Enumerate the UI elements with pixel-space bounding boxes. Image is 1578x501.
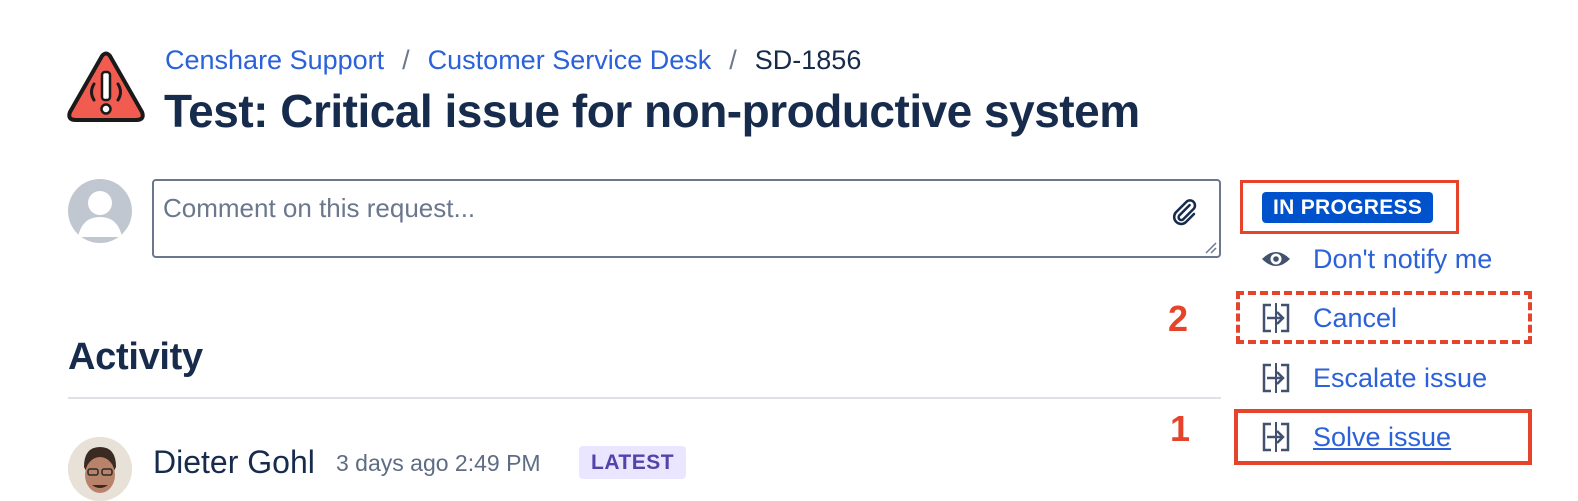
solve-issue-button[interactable]: Solve issue xyxy=(1258,417,1451,457)
breadcrumb-desk-link[interactable]: Customer Service Desk xyxy=(428,45,712,76)
paperclip-icon[interactable] xyxy=(1169,197,1199,227)
breadcrumb-separator: / xyxy=(402,44,410,75)
latest-badge: LATEST xyxy=(579,446,687,479)
author-avatar xyxy=(68,437,132,501)
escalate-issue-button[interactable]: Escalate issue xyxy=(1258,358,1487,398)
cancel-button[interactable]: Cancel xyxy=(1258,298,1397,338)
status-highlight-frame xyxy=(1240,180,1459,234)
transition-icon xyxy=(1262,363,1290,393)
escalate-issue-label: Escalate issue xyxy=(1313,362,1488,393)
breadcrumb-separator: / xyxy=(729,44,737,75)
warning-triangle-icon xyxy=(67,51,145,122)
page-title: Test: Critical issue for non-productive … xyxy=(164,85,1140,137)
eye-icon xyxy=(1262,252,1290,266)
transition-icon xyxy=(1262,422,1290,452)
comment-timestamp: 3 days ago 2:49 PM xyxy=(336,450,541,476)
activity-divider xyxy=(68,397,1221,399)
annotation-marker-1: 1 xyxy=(1170,408,1191,449)
default-avatar-icon xyxy=(78,191,122,237)
breadcrumb-project-link[interactable]: Censhare Support xyxy=(165,45,384,76)
current-user-avatar xyxy=(68,179,132,243)
comment-placeholder: Comment on this request... xyxy=(163,193,476,223)
cancel-label: Cancel xyxy=(1313,302,1398,333)
dont-notify-button[interactable]: Don't notify me xyxy=(1258,239,1492,279)
solve-issue-label: Solve issue xyxy=(1313,421,1452,452)
comment-author[interactable]: Dieter Gohl xyxy=(153,444,315,481)
dont-notify-label: Don't notify me xyxy=(1313,243,1493,274)
breadcrumb: Censhare Support / Customer Service Desk… xyxy=(165,42,861,78)
breadcrumb-issue-key: SD-1856 xyxy=(754,44,862,75)
activity-heading: Activity xyxy=(68,336,203,378)
transition-icon xyxy=(1262,303,1290,333)
person-photo-icon xyxy=(68,437,132,501)
annotation-marker-2: 2 xyxy=(1168,298,1189,339)
resize-handle-icon[interactable] xyxy=(1203,240,1217,254)
comment-input[interactable]: Comment on this request... xyxy=(152,179,1221,258)
